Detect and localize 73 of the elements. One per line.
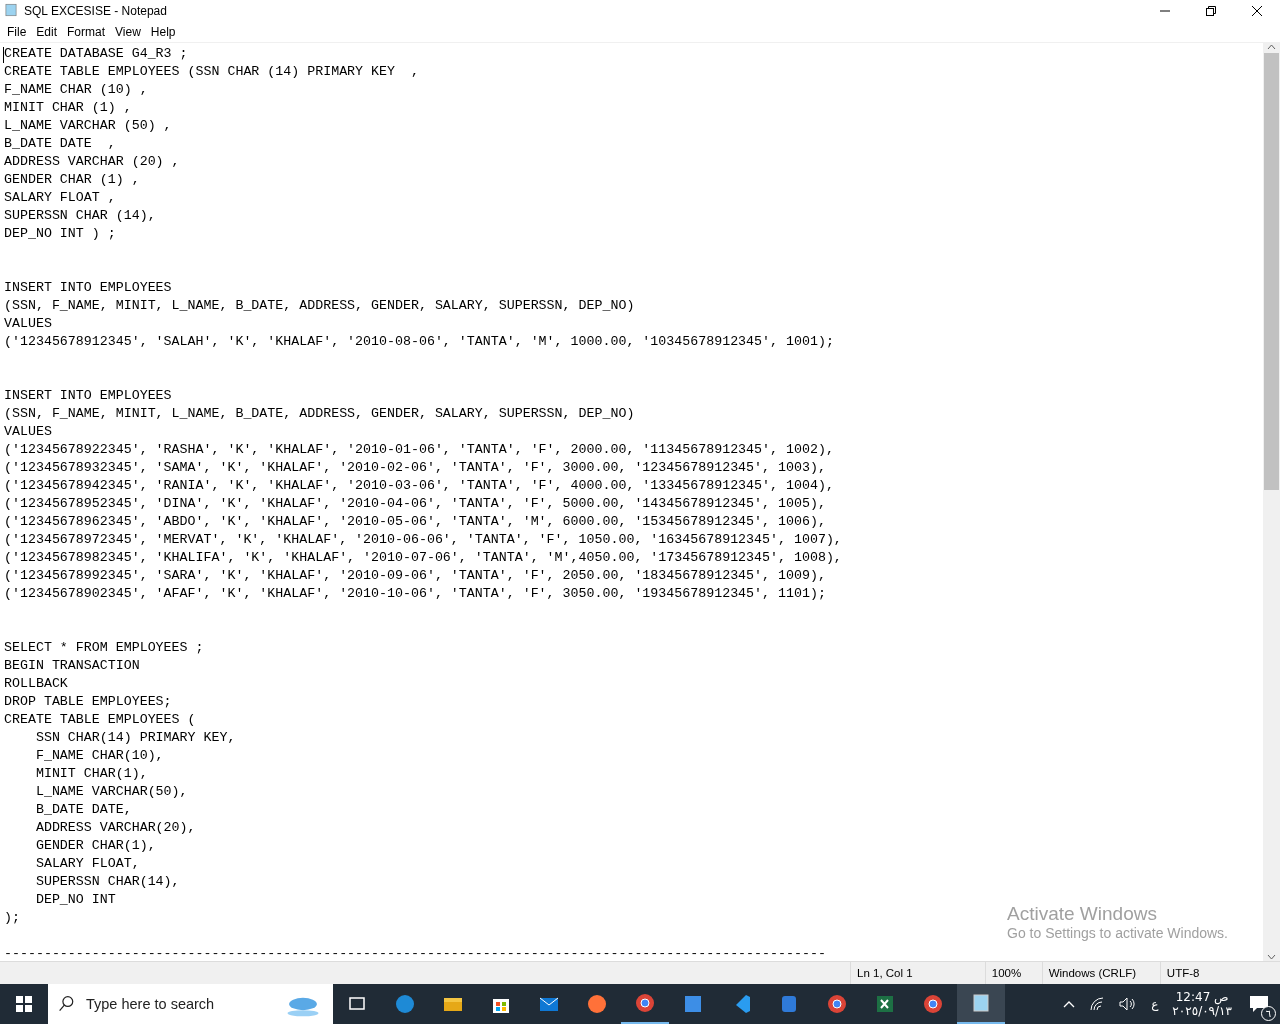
code-line: SUPERSSN CHAR(14),	[34, 874, 180, 889]
windows-logo-icon	[16, 996, 32, 1012]
clock-time[interactable]: 12:47 ص	[1175, 990, 1229, 1004]
code-line: GENDER CHAR(1),	[34, 838, 156, 853]
code-line: BEGIN TRANSACTION	[4, 658, 140, 673]
code-line: L_NAME VARCHAR (50) ,	[4, 118, 172, 133]
code-line: GENDER CHAR (1) ,	[4, 172, 140, 187]
code-line: );	[4, 910, 20, 925]
code-line: DROP TABLE EMPLOYEES;	[4, 694, 172, 709]
code-line: F_NAME CHAR(10),	[34, 748, 164, 763]
code-line: F_NAME CHAR (10) ,	[4, 82, 148, 97]
code-line: INSERT INTO EMPLOYEES	[4, 388, 172, 403]
code-line: ('12345678912345', 'SALAH', 'K', 'KHALAF', '2010-08-06', 'TANTA', 'M', 1000.00, '10345678912345', 1001);	[4, 334, 834, 349]
close-icon	[1252, 6, 1262, 16]
menu-item[interactable]: Help	[145, 22, 181, 42]
code-line: ('12345678932345', 'SAMA', 'K', 'KHALAF', '2010-02-06', 'TANTA', 'F', 3000.00, '12345678912345', 1003),	[4, 460, 826, 475]
menu-item[interactable]: File	[2, 22, 32, 42]
search-icon	[58, 995, 76, 1013]
code-line: SUPERSSN CHAR (14),	[4, 208, 156, 223]
code-line: VALUES	[4, 424, 52, 439]
restore-icon	[1206, 6, 1216, 16]
menu-item[interactable]: Format	[62, 22, 111, 42]
scroll-up-icon[interactable]	[1267, 43, 1276, 51]
code-line: MINIT CHAR (1) ,	[4, 100, 132, 115]
code-line: SALARY FLOAT ,	[4, 190, 116, 205]
code-line: ('12345678952345', 'DINA', 'K', 'KHALAF', '2010-04-06', 'TANTA', 'F', 5000.00, '14345678912345', 1005),	[4, 496, 826, 511]
search-field[interactable]: Type here to search	[48, 984, 333, 1024]
taskbar-app-button[interactable]	[957, 984, 1005, 1024]
code-line: (SSN, F_NAME, MINIT, L_NAME, B_DATE, ADDRESS, GENDER, SALARY, SUPERSSN, DEP_NO)	[4, 406, 635, 421]
code-line: ('12345678962345', 'ABDO', 'K', 'KHALAF', '2010-05-06', 'TANTA', 'M', 6000.00, '15345678912345', 1006),	[4, 514, 826, 529]
code-line: L_NAME VARCHAR(50),	[34, 784, 188, 799]
wifi-icon[interactable]	[1089, 997, 1106, 1011]
notepad-icon	[970, 992, 992, 1014]
round-browser-icon	[634, 992, 656, 1014]
chevron-up-icon[interactable]	[1063, 1000, 1076, 1008]
clock-date[interactable]: ٢٠٢٥/٠٩/١٣	[1172, 1004, 1232, 1018]
menu-item[interactable]: View	[110, 22, 146, 42]
code-line: B_DATE DATE,	[34, 802, 132, 817]
code-line: ('12345678922345', 'RASHA', 'K', 'KHALAF', '2010-01-06', 'TANTA', 'F', 2000.00, '11345678912345', 1002),	[4, 442, 834, 457]
notepad-icon	[4, 2, 18, 17]
code-line: ADDRESS VARCHAR (20) ,	[4, 154, 180, 169]
scroll-down-icon[interactable]	[1267, 953, 1276, 961]
code-line: CREATE DATABASE G4_R3 ;	[4, 46, 188, 61]
code-line: MINIT CHAR(1),	[34, 766, 148, 781]
round-browser-icon	[922, 993, 944, 1015]
language-indicator[interactable]: ع	[1151, 997, 1159, 1011]
code-line: SALARY FLOAT,	[34, 856, 140, 871]
scrollbar-thumb[interactable]	[1264, 53, 1279, 490]
code-line: (SSN, F_NAME, MINIT, L_NAME, B_DATE, ADDRESS, GENDER, SALARY, SUPERSSN, DEP_NO)	[4, 298, 635, 313]
activation-message: Go to Settings to activate Windows.	[1007, 925, 1228, 941]
code-line: ('12345678992345', 'SARA', 'K', 'KHALAF', '2010-09-06', 'TANTA', 'F', 2050.00, '18345678912345', 1009),	[4, 568, 826, 583]
code-line: DEP_NO INT	[34, 892, 116, 907]
activation-title: Activate Windows	[1007, 903, 1158, 925]
menu-item[interactable]: Edit	[31, 22, 63, 42]
code-line: ('12345678942345', 'RANIA', 'K', 'KHALAF', '2010-03-06', 'TANTA', 'F', 4000.00, '13345678912345', 1004),	[4, 478, 834, 493]
code-line: INSERT INTO EMPLOYEES	[4, 280, 172, 295]
spreadsheet-icon	[874, 993, 896, 1015]
code-line: ADDRESS VARCHAR(20),	[34, 820, 196, 835]
code-line: SELECT * FROM EMPLOYEES ;	[4, 640, 204, 655]
round-browser-icon	[826, 993, 848, 1015]
code-line: SSN CHAR(14) PRIMARY KEY,	[34, 730, 236, 745]
code-line: CREATE TABLE EMPLOYEES (	[4, 712, 196, 727]
code-line: CREATE TABLE EMPLOYEES (SSN CHAR (14) PRIMARY KEY ,	[4, 64, 419, 79]
speaker-icon[interactable]	[1119, 997, 1138, 1011]
code-line: ('12345678982345', 'KHALIFA', 'K', 'KHALAF', '2010-07-06', 'TANTA', 'M',4050.00, '17345678912345', 1008),	[4, 550, 842, 565]
code-line: ('12345678902345', 'AFAF', 'K', 'KHALAF', '2010-10-06', 'TANTA', 'F', 3050.00, '19345678912345', 1101);	[4, 586, 826, 601]
code-line: ('12345678972345', 'MERVAT', 'K', 'KHALAF', '2010-06-06', 'TANTA', 'F', 1050.00, '16345678912345', 1007),	[4, 532, 842, 547]
code-line: DEP_NO INT ) ;	[4, 226, 116, 241]
code-line: ROLLBACK	[4, 676, 68, 691]
code-line: VALUES	[4, 316, 52, 331]
code-line: -------------------------------------------------------------------------------------------------------	[4, 946, 826, 961]
window-title: SQL EXCESISE - Notepad	[24, 4, 168, 18]
code-line: B_DATE DATE ,	[4, 136, 116, 151]
